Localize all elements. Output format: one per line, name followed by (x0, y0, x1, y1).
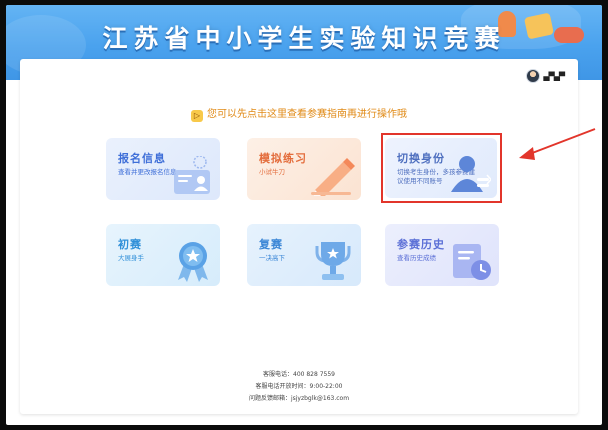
pencil-icon (311, 158, 355, 196)
guide-tip-link[interactable]: ▷ 您可以先点击这里查看参赛指南再进行操作哦 (20, 105, 578, 122)
trophy-icon (315, 242, 351, 280)
annotation-arrow (519, 128, 596, 160)
card-title: 复赛 (259, 238, 283, 251)
history-icon (453, 244, 491, 280)
user-switch-icon (451, 156, 491, 192)
medal-icon (178, 242, 208, 282)
footer-email: 问题反馈邮箱：jsjyzbglk@163.com (248, 395, 350, 402)
page-title: 江苏省中小学生实验知识竞赛 (102, 24, 506, 53)
user-name[interactable]: ▄▀▄▀ (543, 72, 565, 81)
card-title: 初赛 (118, 238, 142, 251)
card-second-round[interactable]: 复赛 一决高下 (247, 224, 361, 286)
main-panel: ▄▀▄▀ ▷ 您可以先点击这里查看参赛指南再进行操作哦 报名信息 查看并更改报名信… (20, 59, 596, 414)
card-title: 报名信息 (118, 152, 166, 165)
guide-tip-text[interactable]: 您可以先点击这里查看参赛指南再进行操作哦 (207, 109, 407, 120)
footer-phone: 客服电话：400 828 7559 (263, 371, 335, 378)
card-registration-info[interactable]: 报名信息 查看并更改报名信息 (106, 138, 220, 200)
footer-contact: 客服电话：400 828 7559 客服电话开放时间：9:00-22:00 问题… (20, 369, 578, 405)
user-menu[interactable]: ▄▀▄▀ (526, 69, 565, 83)
avatar[interactable] (526, 69, 541, 83)
card-title: 切换身份 (397, 152, 445, 165)
card-title: 参赛历史 (397, 238, 445, 251)
app-window: 江苏省中小学生实验知识竞赛 ▄▀▄▀ ▷ 您可以先点击这里查看参赛指南再进行操作哦… (6, 5, 602, 425)
card-mock-practice[interactable]: 模拟练习 小试牛刀 (247, 138, 361, 200)
card-preliminary-round[interactable]: 初赛 大展身手 (106, 224, 220, 286)
card-switch-identity[interactable]: 切换身份 切换考生身份，多孩参赛建议使用不同账号 (385, 138, 497, 198)
card-contest-history[interactable]: 参赛历史 查看历史成绩 (385, 224, 499, 286)
play-icon: ▷ (191, 110, 203, 122)
card-title: 模拟练习 (259, 152, 307, 165)
id-card-icon (174, 156, 210, 194)
footer-hours: 客服电话开放时间：9:00-22:00 (255, 383, 343, 390)
